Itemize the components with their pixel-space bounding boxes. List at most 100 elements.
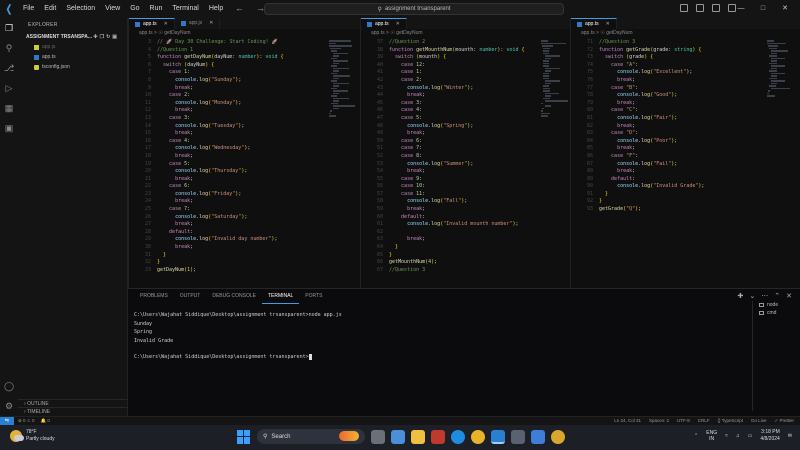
line-number: 12 bbox=[144, 107, 151, 114]
close-tab-icon[interactable]: ✕ bbox=[606, 19, 610, 30]
code-area[interactable]: 3 // 🚀 Day 30 Challenge: Start Coding! 🚀 4… bbox=[129, 39, 360, 274]
menu-view[interactable]: View bbox=[100, 0, 125, 18]
editor-tab[interactable]: app.js ✕ bbox=[175, 18, 221, 29]
clock[interactable]: 3:18 PM 4/8/2024 bbox=[760, 429, 779, 443]
editor-tab[interactable]: app.ts ✕ bbox=[571, 18, 617, 29]
timeline-section[interactable]: › TIMELINE bbox=[18, 407, 128, 416]
file-explorer-icon[interactable] bbox=[411, 429, 425, 444]
wifi-icon[interactable]: ≈ bbox=[725, 433, 728, 439]
maximize-icon[interactable]: □ bbox=[752, 0, 774, 18]
code-area[interactable]: 37 //Question 2 38 function getMounthNum(mo… bbox=[361, 39, 570, 274]
terminal-prompt-line[interactable]: C:\Users\Wajahat Siddique\Desktop\assign… bbox=[134, 353, 342, 362]
back-arrow-icon[interactable]: ← bbox=[235, 3, 244, 13]
status-item-right[interactable]: Spaces: 2 bbox=[649, 418, 669, 424]
code-text: case "B": bbox=[611, 84, 639, 91]
chrome-profile-icon[interactable] bbox=[551, 429, 565, 444]
menu-run[interactable]: Run bbox=[145, 0, 168, 18]
minimap[interactable] bbox=[329, 40, 357, 117]
extensions-icon[interactable]: ▦ bbox=[3, 102, 15, 114]
code-text: console.log("Sunday"); bbox=[175, 76, 242, 83]
run-debug-icon[interactable]: ▷ bbox=[3, 82, 15, 94]
chrome-icon[interactable] bbox=[471, 429, 485, 444]
explorer-file-item[interactable]: app.ts bbox=[18, 52, 127, 62]
menu-file[interactable]: File bbox=[18, 0, 39, 18]
menu-help[interactable]: Help bbox=[204, 0, 228, 18]
edge-browser-icon[interactable] bbox=[451, 429, 465, 444]
code-area[interactable]: 71 //Question 3 72 function getGrade(grade:… bbox=[571, 39, 800, 214]
status-item-right[interactable]: Ln 24, Col 31 bbox=[614, 418, 641, 424]
account-icon[interactable]: ◯ bbox=[3, 380, 15, 392]
status-item-right[interactable]: Go Live bbox=[751, 418, 767, 424]
line-number: 44 bbox=[376, 92, 383, 99]
terminal-cursor bbox=[308, 353, 312, 360]
maximize-panel-icon[interactable]: ⌃ bbox=[774, 292, 780, 300]
menu-selection[interactable]: Selection bbox=[61, 0, 100, 18]
menu-go[interactable]: Go bbox=[125, 0, 144, 18]
toggle-panel-icon[interactable] bbox=[696, 4, 704, 12]
editor-tab[interactable]: app.ts ✕ bbox=[361, 18, 407, 29]
notifications-icon[interactable]: ✉ bbox=[788, 433, 792, 439]
panel-tab-ports[interactable]: PORTS bbox=[299, 289, 328, 303]
new-terminal-icon[interactable]: ✚ bbox=[738, 292, 744, 300]
minimap-line bbox=[330, 47, 341, 49]
weather-widget[interactable]: 78°F Partly cloudy bbox=[10, 429, 55, 443]
line-number: 89 bbox=[586, 175, 593, 182]
windows-taskbar: 78°F Partly cloudy ⚲ Search ⌃ ENG IN ≈ ♫… bbox=[0, 425, 800, 450]
terminal-output[interactable]: C:\Users\Wajahat Siddique\Desktop\assign… bbox=[134, 311, 342, 362]
code-line: 52 case 8: bbox=[361, 153, 570, 161]
tray-chevron-icon[interactable]: ⌃ bbox=[694, 433, 698, 439]
status-item-right[interactable]: ✓ Prettier bbox=[774, 418, 794, 424]
status-item-right[interactable]: CRLF bbox=[698, 418, 710, 424]
panel-tab-debug-console[interactable]: DEBUG CONSOLE bbox=[206, 289, 262, 303]
editor-tab[interactable]: app.ts ✕ bbox=[129, 18, 175, 29]
volume-icon[interactable]: ♫ bbox=[736, 433, 740, 439]
close-panel-icon[interactable]: ✕ bbox=[786, 292, 792, 300]
panel-tab-terminal[interactable]: TERMINAL bbox=[261, 289, 300, 304]
minimize-icon[interactable]: — bbox=[730, 0, 752, 18]
code-text: case 1: bbox=[169, 69, 191, 76]
menu-edit[interactable]: Edit bbox=[39, 0, 61, 18]
status-item-right[interactable]: UTF-8 bbox=[677, 418, 690, 424]
explorer-icon[interactable]: ❐ bbox=[3, 22, 15, 34]
code-line: 7 case 1: bbox=[129, 69, 360, 77]
code-text: console.log("Spring"); bbox=[407, 122, 474, 129]
terminal-dropdown-icon[interactable]: ⌄ bbox=[749, 292, 755, 300]
close-tab-icon[interactable]: ✕ bbox=[396, 19, 400, 30]
remote-explorer-icon[interactable]: ▣ bbox=[3, 122, 15, 134]
panel-tab-problems[interactable]: PROBLEMS bbox=[134, 289, 174, 303]
more-actions-icon[interactable]: ⋯ bbox=[761, 292, 768, 300]
explorer-tools[interactable]: ✚❐↻▣ bbox=[93, 34, 119, 40]
language-indicator[interactable]: ENG IN bbox=[706, 430, 717, 442]
terminal-instance[interactable]: node bbox=[753, 301, 800, 309]
battery-icon[interactable]: ▭ bbox=[748, 433, 753, 439]
calculator-icon[interactable] bbox=[511, 429, 525, 444]
window-controls: — □ ✕ bbox=[730, 0, 796, 18]
windows-start-icon[interactable] bbox=[237, 429, 251, 444]
minimap[interactable] bbox=[541, 40, 569, 117]
status-item-left[interactable]: 🔔 0 bbox=[41, 418, 50, 424]
panel-tab-output[interactable]: OUTPUT bbox=[174, 289, 207, 303]
toggle-sidebar-icon[interactable] bbox=[680, 4, 688, 12]
status-item-right[interactable]: {} TypeScript bbox=[718, 418, 743, 424]
search-icon[interactable]: ⚲ bbox=[3, 42, 15, 54]
store-icon[interactable] bbox=[531, 429, 545, 444]
taskbar-search[interactable]: ⚲ Search bbox=[257, 429, 365, 444]
status-item-left[interactable]: ⊗ 0 ⚠ 0 bbox=[18, 418, 35, 424]
widgets-icon[interactable] bbox=[391, 429, 405, 444]
vscode-taskbar-icon[interactable] bbox=[491, 429, 505, 444]
command-center-search[interactable]: ⚲ assignment trsansparent bbox=[264, 3, 564, 15]
source-control-icon[interactable]: ⎇ bbox=[3, 62, 15, 74]
explorer-file-item[interactable]: app.js bbox=[18, 42, 127, 52]
toggle-secondary-sidebar-icon[interactable] bbox=[712, 4, 720, 12]
task-view-icon[interactable] bbox=[371, 429, 385, 444]
menu-terminal[interactable]: Terminal bbox=[167, 0, 203, 18]
settings-gear-icon[interactable]: ⚙ bbox=[3, 400, 15, 412]
terminal-instance[interactable]: cmd bbox=[753, 309, 800, 317]
office-icon[interactable] bbox=[431, 429, 445, 444]
explorer-file-item[interactable]: tsconfig.json bbox=[18, 62, 127, 72]
close-tab-icon[interactable]: ✕ bbox=[164, 19, 168, 30]
close-tab-icon[interactable]: ✕ bbox=[209, 18, 213, 29]
close-icon[interactable]: ✕ bbox=[774, 0, 796, 18]
minimap[interactable] bbox=[767, 40, 795, 100]
workspace-folder[interactable]: ASSIGNMENT TRSANSPA... ✚❐↻▣ bbox=[18, 32, 127, 42]
